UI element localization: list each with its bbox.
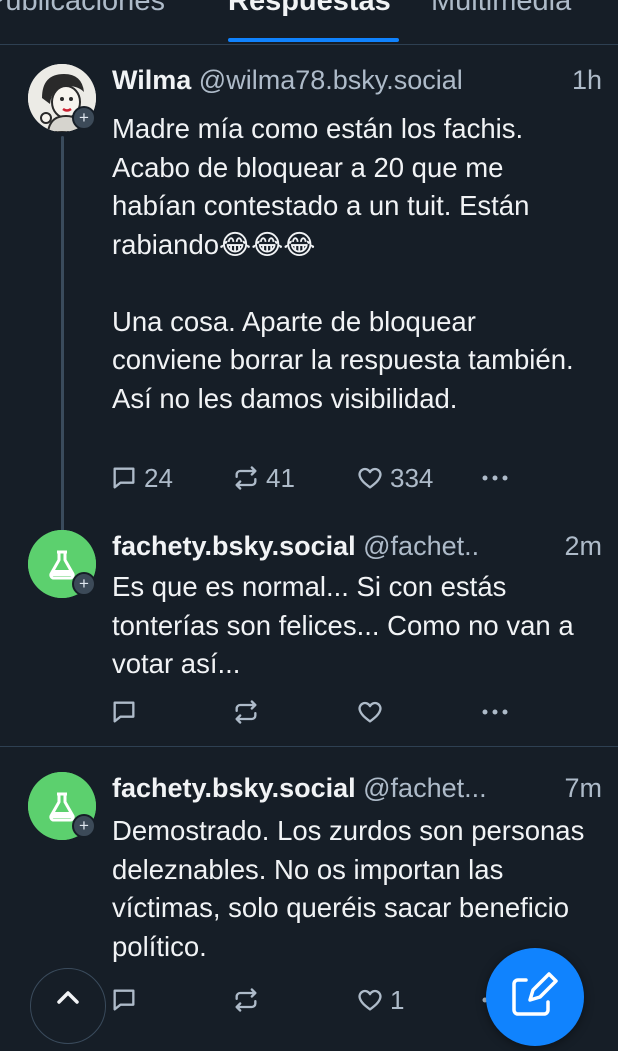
- compose-button[interactable]: [486, 948, 584, 1046]
- ellipsis-icon: [482, 475, 508, 481]
- post-header: fachety.bsky.social @fachet.. 2m: [112, 528, 602, 564]
- post-text: Madre mía como están los fachis. Acabo d…: [112, 110, 592, 418]
- thread-line: [61, 136, 64, 578]
- post-header: Wilma @wilma78.bsky.social 1h: [112, 62, 602, 98]
- post-text: Demostrado. Los zurdos son personas dele…: [112, 812, 592, 966]
- speech-bubble-icon: [113, 989, 135, 1011]
- more-options-button[interactable]: [480, 460, 510, 496]
- post-text: Es que es normal... Si con estás tonterí…: [112, 568, 592, 684]
- repost-button[interactable]: [232, 982, 266, 1018]
- follow-plus-icon[interactable]: +: [72, 814, 96, 838]
- speech-bubble-icon: [113, 467, 135, 489]
- repost-arrows-icon: [235, 988, 257, 1012]
- chevron-up-icon: [57, 991, 79, 1004]
- reply-button[interactable]: [110, 694, 144, 730]
- pencil-icon: [512, 972, 558, 1016]
- speech-bubble-icon: [113, 701, 135, 723]
- author-name[interactable]: fachety.bsky.social: [112, 773, 356, 803]
- like-button[interactable]: 1: [356, 982, 404, 1018]
- repost-button[interactable]: [232, 694, 266, 730]
- like-count: 1: [390, 984, 405, 1015]
- post-paragraph: Una cosa. Aparte de bloquear conviene bo…: [112, 305, 574, 414]
- author-name[interactable]: Wilma: [112, 65, 191, 95]
- post-actions: 24 41 334: [110, 460, 600, 496]
- repost-button[interactable]: 41: [232, 460, 295, 496]
- profile-tabs: Publicaciones Respuestas Multimedia: [0, 0, 618, 45]
- repost-arrows-icon: [235, 466, 257, 490]
- post-paragraph: Madre mía como están los fachis. Acabo d…: [112, 113, 530, 260]
- heart-icon: [358, 467, 382, 489]
- repost-arrows-icon: [235, 700, 257, 724]
- more-options-button[interactable]: [480, 694, 510, 730]
- like-count: 334: [390, 462, 434, 493]
- post-paragraph: Demostrado. Los zurdos son personas dele…: [112, 815, 585, 962]
- post-time[interactable]: 7m: [558, 770, 602, 806]
- post-paragraph: Es que es normal... Si con estás tonterí…: [112, 571, 574, 679]
- scroll-to-top-button[interactable]: [30, 968, 106, 1044]
- active-tab-indicator: [228, 38, 399, 42]
- follow-plus-icon[interactable]: +: [72, 106, 96, 130]
- post-time[interactable]: 2m: [558, 528, 602, 564]
- like-button[interactable]: 334: [356, 460, 433, 496]
- author-handle[interactable]: @wilma78.bsky.social: [199, 65, 463, 95]
- post-actions: [110, 694, 600, 730]
- author-name[interactable]: fachety.bsky.social: [112, 531, 356, 561]
- post-time[interactable]: 1h: [565, 62, 602, 98]
- heart-icon: [358, 701, 382, 723]
- repost-count: 41: [266, 462, 295, 493]
- post-divider: [0, 746, 618, 747]
- follow-plus-icon[interactable]: +: [72, 572, 96, 596]
- tab-publicaciones[interactable]: Publicaciones: [0, 0, 165, 18]
- heart-icon: [358, 989, 382, 1011]
- tab-multimedia[interactable]: Multimedia: [431, 0, 571, 18]
- reply-button[interactable]: 24: [110, 460, 173, 496]
- reply-count: 24: [144, 462, 173, 493]
- reply-button[interactable]: [110, 982, 144, 1018]
- ellipsis-icon: [482, 709, 508, 715]
- author-handle[interactable]: @fachet...: [363, 773, 486, 803]
- author-handle[interactable]: @fachet..: [363, 531, 479, 561]
- post-header: fachety.bsky.social @fachet... 7m: [112, 770, 602, 806]
- tab-respuestas[interactable]: Respuestas: [228, 0, 391, 18]
- like-button[interactable]: [356, 694, 390, 730]
